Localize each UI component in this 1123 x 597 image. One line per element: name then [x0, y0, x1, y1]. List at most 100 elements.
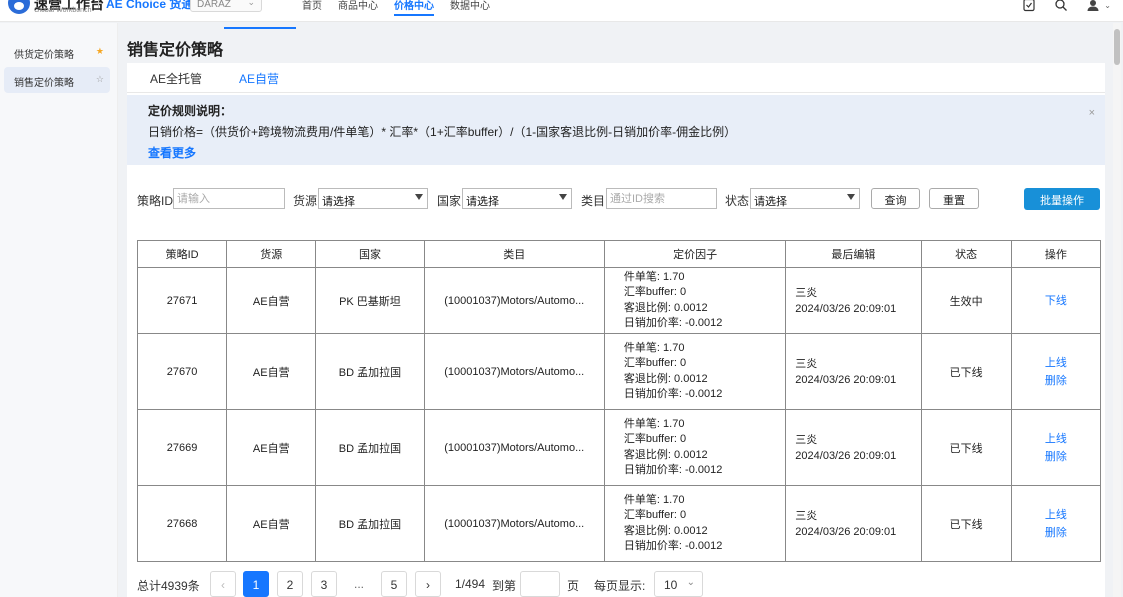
status-select[interactable]: 请选择 [750, 188, 860, 209]
country-select[interactable]: 请选择 [462, 188, 572, 209]
query-button[interactable]: 查询 [871, 188, 920, 209]
chevron-down-icon: ⌄ [247, 0, 255, 7]
cell-pricing-factors: 件单笔: 1.70 汇率buffer: 0 客退比例: 0.0012 日销加价率… [603, 409, 787, 486]
top-bar: 速营工作台 Global Workbench AE Choice 货通 DARA… [0, 0, 1123, 22]
factor-fx-buffer: 汇率buffer: 0 [623, 286, 687, 298]
tab-ae-self-operated[interactable]: AE自营 [239, 70, 279, 87]
edit-time: 2024/03/26 20:09:01 [795, 525, 897, 538]
table-row: 27671 AE自营 PK 巴基斯坦 (10001037)Motors/Auto… [136, 267, 1102, 334]
cell-country: PK 巴基斯坦 [315, 267, 425, 334]
column-header: 策略ID [136, 240, 228, 268]
factor-markup-rate: 日销加价率: -0.0012 [623, 540, 723, 552]
star-filled-icon[interactable]: ★ [96, 46, 104, 57]
env-select-value: DARAZ [197, 0, 231, 10]
factor-fx-buffer: 汇率buffer: 0 [623, 509, 687, 521]
cell-category: (10001037)Motors/Automo... [423, 485, 605, 562]
strategy-id-label: 策略ID [137, 194, 174, 208]
chevron-down-icon[interactable]: ⌄ [1104, 1, 1111, 10]
close-icon[interactable]: × [1089, 107, 1095, 119]
cell-country: BD 孟加拉国 [315, 485, 425, 562]
cell-source: AE自营 [226, 267, 317, 334]
active-tab-indicator [224, 27, 296, 29]
factor-return-rate: 客退比例: 0.0012 [623, 372, 708, 385]
nav-pricing[interactable]: 价格中心 [394, 0, 434, 16]
top-icons: ⌄ [1022, 0, 1111, 12]
app-name[interactable]: AE Choice 货通 [106, 0, 193, 12]
cell-last-edit: 三炎 2024/03/26 20:09:01 [785, 267, 922, 334]
page-button-1[interactable]: 1 [243, 571, 269, 597]
nav-data[interactable]: 数据中心 [450, 0, 490, 15]
factor-per-unit: 件单笔: 1.70 [623, 270, 685, 283]
divider [98, 0, 99, 8]
next-page-button[interactable]: › [415, 571, 441, 597]
cell-last-edit: 三炎 2024/03/26 20:09:01 [785, 409, 922, 486]
tab-ae-full-managed[interactable]: AE全托管 [150, 70, 202, 87]
user-avatar-icon[interactable] [1086, 0, 1100, 12]
sidebar: 供货定价策略 ★ 销售定价策略 ☆ [0, 23, 118, 597]
page-info: 1/494 [455, 577, 486, 591]
cell-category: (10001037)Motors/Automo... [423, 409, 605, 486]
task-check-icon[interactable] [1022, 0, 1036, 12]
caret-down-icon [847, 194, 855, 200]
sidebar-item-sales-pricing[interactable]: 销售定价策略 ☆ [4, 67, 110, 93]
nav-home[interactable]: 首页 [302, 0, 322, 15]
page-button-2[interactable]: 2 [277, 571, 303, 597]
edit-time: 2024/03/26 20:09:01 [795, 449, 897, 462]
factor-markup-rate: 日销加价率: -0.0012 [623, 464, 723, 476]
page-size-select[interactable]: 10 ⌄ [654, 571, 703, 597]
sidebar-item-label: 销售定价策略 [14, 78, 74, 89]
factor-return-rate: 客退比例: 0.0012 [623, 524, 708, 537]
take-offline-link[interactable]: 下线 [1012, 292, 1100, 310]
notice-title: 定价规则说明： [148, 104, 233, 118]
scrollbar-thumb[interactable] [1114, 29, 1120, 65]
source-select[interactable]: 请选择 [318, 188, 428, 209]
strategy-table: 策略ID 货源 国家 类目 定价因子 最后编辑 状态 操作 27671 AE自营… [136, 240, 1102, 562]
go-online-link[interactable]: 上线 [1012, 506, 1100, 524]
logo-icon[interactable] [8, 0, 30, 14]
editor-name: 三炎 [795, 357, 818, 370]
page-title: 销售定价策略 [127, 42, 224, 59]
strategy-id-input[interactable] [173, 188, 285, 209]
goto-label: 到第 [492, 579, 517, 593]
nav-products[interactable]: 商品中心 [338, 0, 378, 15]
factor-per-unit: 件单笔: 1.70 [623, 341, 685, 354]
cell-pricing-factors: 件单笔: 1.70 汇率buffer: 0 客退比例: 0.0012 日销加价率… [603, 267, 787, 334]
cell-strategy-id: 27668 [136, 485, 228, 562]
cell-category: (10001037)Motors/Automo... [423, 333, 605, 410]
batch-operation-button[interactable]: 批量操作 [1024, 188, 1100, 210]
factor-fx-buffer: 汇率buffer: 0 [623, 433, 687, 445]
column-header: 最后编辑 [785, 240, 922, 268]
cell-strategy-id: 27671 [136, 267, 228, 334]
country-select-value: 请选择 [466, 196, 499, 208]
search-icon[interactable] [1054, 0, 1068, 12]
star-outline-icon[interactable]: ☆ [96, 74, 104, 85]
editor-name: 三炎 [795, 286, 818, 299]
cell-category: (10001037)Motors/Automo... [423, 267, 605, 334]
main-nav: 首页 商品中心 价格中心 数据中心 [302, 0, 490, 16]
notice-formula: 日销价格=（供货价+跨境物流费用/件单笔）* 汇率*（1+汇率buffer）/（… [148, 125, 737, 139]
delete-link[interactable]: 删除 [1012, 372, 1100, 390]
edit-time: 2024/03/26 20:09:01 [795, 302, 897, 315]
view-more-link[interactable]: 查看更多 [148, 144, 196, 161]
edit-time: 2024/03/26 20:09:01 [795, 373, 897, 386]
factor-return-rate: 客退比例: 0.0012 [623, 301, 708, 314]
sidebar-item-supply-pricing[interactable]: 供货定价策略 ★ [4, 39, 110, 65]
table-row: 27668 AE自营 BD 孟加拉国 (10001037)Motors/Auto… [136, 485, 1102, 562]
cell-actions: 上线 删除 [1010, 333, 1102, 410]
env-select[interactable]: DARAZ ⌄ [190, 0, 262, 12]
reset-button[interactable]: 重置 [929, 188, 979, 209]
cell-country: BD 孟加拉国 [315, 333, 425, 410]
prev-page-button[interactable]: ‹ [210, 571, 236, 597]
delete-link[interactable]: 删除 [1012, 448, 1100, 466]
page-button-5[interactable]: 5 [381, 571, 407, 597]
go-online-link[interactable]: 上线 [1012, 354, 1100, 372]
delete-link[interactable]: 删除 [1012, 524, 1100, 542]
page-scrollbar[interactable] [1113, 23, 1121, 597]
page-button-3[interactable]: 3 [311, 571, 337, 597]
cell-pricing-factors: 件单笔: 1.70 汇率buffer: 0 客退比例: 0.0012 日销加价率… [603, 333, 787, 410]
column-header: 定价因子 [603, 240, 787, 268]
category-search-input[interactable] [606, 188, 717, 209]
go-online-link[interactable]: 上线 [1012, 430, 1100, 448]
total-count: 总计4939条 [137, 579, 200, 593]
goto-page-input[interactable] [520, 571, 560, 597]
